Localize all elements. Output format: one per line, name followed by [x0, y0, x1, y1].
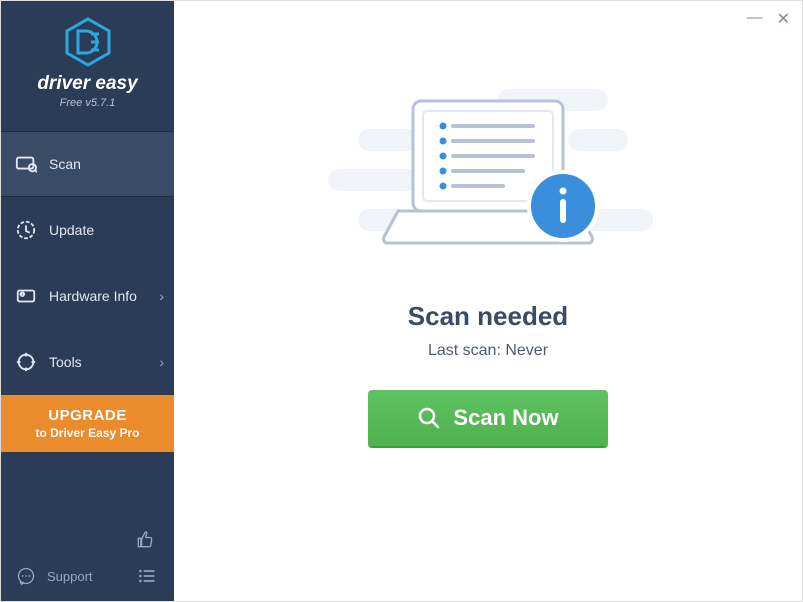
- tools-icon: [15, 351, 37, 373]
- window-controls: — ✕: [747, 9, 790, 29]
- sidebar-bottom: Support: [1, 523, 174, 601]
- chevron-right-icon: ›: [159, 288, 164, 304]
- sidebar-item-hardware-info[interactable]: i Hardware Info ›: [1, 263, 174, 329]
- minimize-button[interactable]: —: [747, 9, 763, 29]
- scan-icon: [15, 153, 37, 175]
- update-icon: [15, 219, 37, 241]
- main-area: — ✕: [174, 1, 802, 601]
- chevron-right-icon: ›: [159, 354, 164, 370]
- sidebar-item-label: Update: [49, 222, 94, 238]
- support-label: Support: [47, 569, 93, 584]
- bottom-icons: [1, 523, 174, 557]
- sidebar: driver easy Free v5.7.1 Scan Update i Ha…: [1, 1, 174, 601]
- sidebar-item-support[interactable]: Support: [1, 557, 174, 601]
- support-icon: [15, 565, 37, 587]
- last-scan-text: Last scan: Never: [428, 342, 548, 360]
- close-button[interactable]: ✕: [777, 9, 790, 29]
- search-icon: [417, 406, 441, 430]
- brand-name: driver easy: [1, 73, 174, 95]
- sidebar-item-label: Tools: [49, 354, 82, 370]
- sidebar-item-update[interactable]: Update: [1, 197, 174, 263]
- scan-illustration: [358, 81, 618, 281]
- sidebar-nav: Scan Update i Hardware Info › Tools › UP…: [1, 131, 174, 452]
- app-logo-icon: [63, 17, 113, 67]
- content: Scan needed Last scan: Never Scan Now: [174, 1, 802, 601]
- scan-heading: Scan needed: [408, 301, 568, 332]
- brand-version: Free v5.7.1: [1, 97, 174, 109]
- sidebar-item-tools[interactable]: Tools ›: [1, 329, 174, 395]
- upgrade-button[interactable]: UPGRADE to Driver Easy Pro: [1, 395, 174, 452]
- sidebar-item-label: Scan: [49, 156, 81, 172]
- hardware-info-icon: i: [15, 285, 37, 307]
- thumbs-up-icon[interactable]: [134, 529, 156, 551]
- upgrade-title: UPGRADE: [7, 407, 168, 424]
- upgrade-subtitle: to Driver Easy Pro: [7, 426, 168, 440]
- scan-button-label: Scan Now: [453, 405, 558, 431]
- svg-text:i: i: [22, 292, 23, 297]
- brand-area: driver easy Free v5.7.1: [1, 1, 174, 119]
- menu-list-icon[interactable]: [136, 565, 158, 587]
- sidebar-item-scan[interactable]: Scan: [1, 131, 174, 197]
- scan-now-button[interactable]: Scan Now: [368, 390, 608, 446]
- sidebar-item-label: Hardware Info: [49, 288, 137, 304]
